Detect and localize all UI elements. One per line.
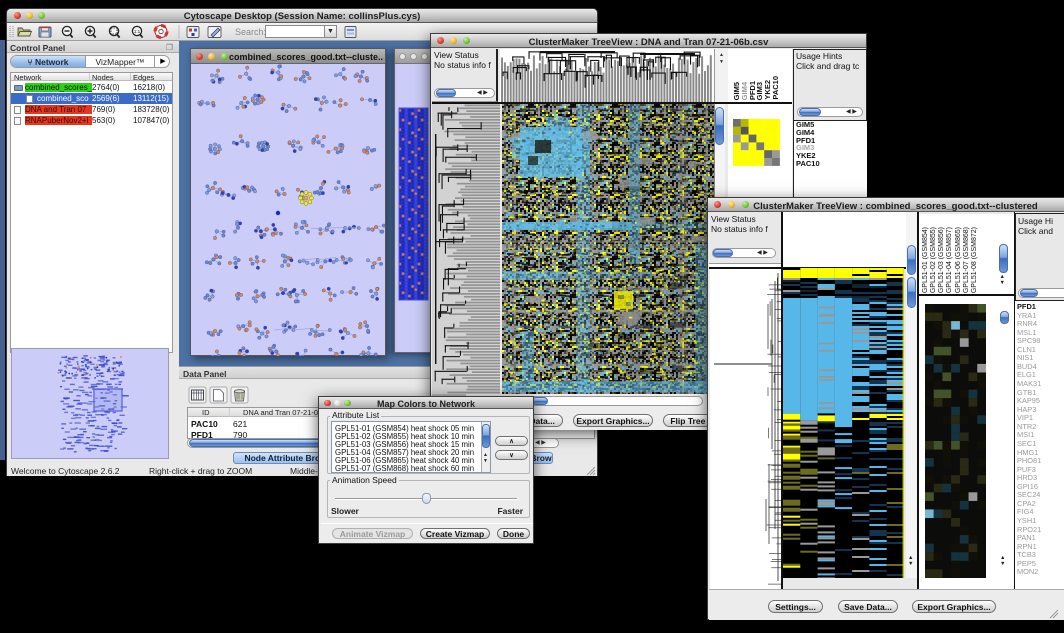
svg-text:1:1: 1:1 — [134, 29, 141, 34]
